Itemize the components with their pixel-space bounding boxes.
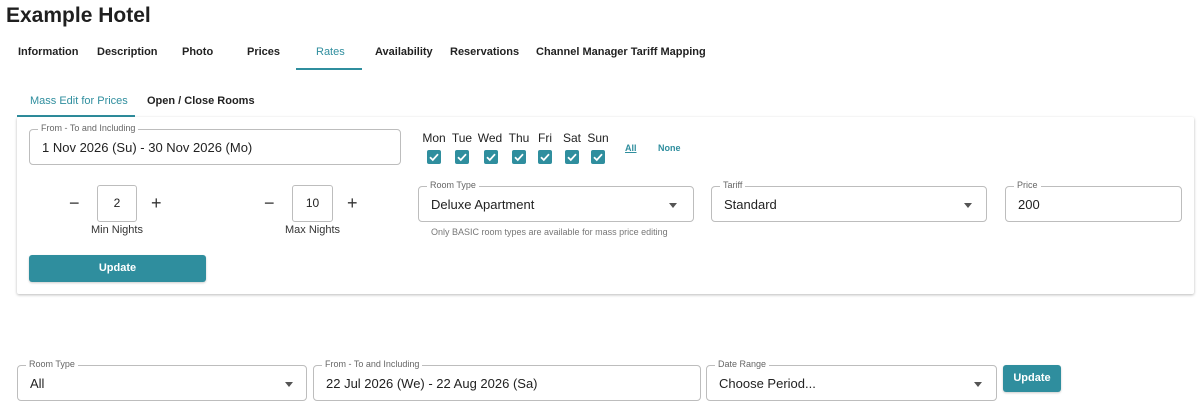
tab-reservations[interactable]: Reservations — [450, 46, 519, 58]
field-label: Price — [1014, 180, 1041, 190]
filter-room-type-select[interactable]: Room Type All — [17, 359, 307, 401]
day-label-wed: Wed — [477, 131, 503, 145]
checkbox-sat[interactable] — [565, 150, 579, 164]
min-nights-input[interactable]: 2 — [97, 185, 137, 222]
dropdown-arrow-icon — [964, 203, 972, 208]
select-no-days-link[interactable]: None — [658, 143, 681, 153]
day-label-fri: Fri — [538, 131, 552, 145]
filter-room-type-value: All — [30, 376, 45, 391]
dropdown-arrow-icon — [974, 382, 982, 387]
price-value: 200 — [1018, 197, 1040, 212]
room-type-value: Deluxe Apartment — [431, 197, 535, 212]
max-nights-increment-button[interactable]: + — [347, 194, 358, 212]
day-label-sat: Sat — [562, 131, 581, 145]
check-icon — [486, 153, 496, 162]
active-tab-indicator — [296, 68, 362, 70]
mass-edit-date-range-field[interactable]: From - To and Including 1 Nov 2026 (Su) … — [29, 123, 401, 165]
max-nights-caption: Max Nights — [285, 224, 341, 236]
check-icon — [593, 153, 603, 162]
checkbox-sun[interactable] — [591, 150, 605, 164]
check-icon — [514, 153, 524, 162]
tariff-value: Standard — [724, 197, 777, 212]
hotel-title: Example Hotel — [6, 4, 151, 27]
checkbox-wed[interactable] — [484, 150, 498, 164]
checkbox-mon[interactable] — [427, 150, 441, 164]
tab-availability[interactable]: Availability — [375, 46, 433, 58]
subtab-open-close-rooms[interactable]: Open / Close Rooms — [147, 95, 255, 107]
mass-edit-price-input[interactable]: Price 200 — [1005, 180, 1182, 222]
mass-edit-update-button[interactable]: Update — [29, 255, 206, 282]
check-icon — [567, 153, 577, 162]
mass-edit-room-type-select[interactable]: Room Type Deluxe Apartment — [418, 180, 694, 222]
room-type-help-text: Only BASIC room types are available for … — [431, 227, 668, 237]
min-nights-increment-button[interactable]: + — [151, 194, 162, 212]
tab-rates[interactable]: Rates — [316, 46, 345, 58]
tab-description[interactable]: Description — [97, 46, 158, 58]
tab-channel-manager-tariff-mapping[interactable]: Channel Manager Tariff Mapping — [536, 46, 706, 58]
filter-update-button[interactable]: Update — [1003, 365, 1061, 392]
dropdown-arrow-icon — [669, 203, 677, 208]
field-label: From - To and Including — [322, 359, 423, 369]
checkbox-fri[interactable] — [538, 150, 552, 164]
day-label-thu: Thu — [508, 131, 530, 145]
checkbox-thu[interactable] — [512, 150, 526, 164]
field-label: Tariff — [720, 180, 746, 190]
max-nights-decrement-button[interactable]: − — [264, 194, 275, 212]
check-icon — [457, 153, 467, 162]
tab-photo[interactable]: Photo — [182, 46, 213, 58]
min-nights-decrement-button[interactable]: − — [69, 194, 80, 212]
tab-information[interactable]: Information — [18, 46, 79, 58]
field-label: Date Range — [715, 359, 770, 369]
filter-period-value: Choose Period... — [719, 376, 816, 391]
filter-date-period-select[interactable]: Date Range Choose Period... — [706, 359, 997, 401]
check-icon — [429, 153, 439, 162]
date-range-value: 1 Nov 2026 (Su) - 30 Nov 2026 (Mo) — [42, 140, 253, 155]
day-label-tue: Tue — [451, 131, 473, 145]
dropdown-arrow-icon — [285, 382, 293, 387]
mass-edit-tariff-select[interactable]: Tariff Standard — [711, 180, 987, 222]
filter-date-range-field[interactable]: From - To and Including 22 Jul 2026 (We)… — [313, 359, 701, 401]
field-label: Room Type — [427, 180, 479, 190]
min-nights-caption: Min Nights — [91, 224, 143, 236]
field-label: From - To and Including — [38, 123, 139, 133]
tab-prices[interactable]: Prices — [247, 46, 280, 58]
select-all-days-link[interactable]: All — [625, 143, 637, 153]
day-label-sun: Sun — [587, 131, 609, 145]
day-label-mon: Mon — [422, 131, 446, 145]
subtab-mass-edit-prices[interactable]: Mass Edit for Prices — [30, 95, 128, 107]
filter-date-range-value: 22 Jul 2026 (We) - 22 Aug 2026 (Sa) — [326, 376, 538, 391]
check-icon — [540, 153, 550, 162]
checkbox-tue[interactable] — [455, 150, 469, 164]
max-nights-input[interactable]: 10 — [292, 185, 333, 222]
field-label: Room Type — [26, 359, 78, 369]
